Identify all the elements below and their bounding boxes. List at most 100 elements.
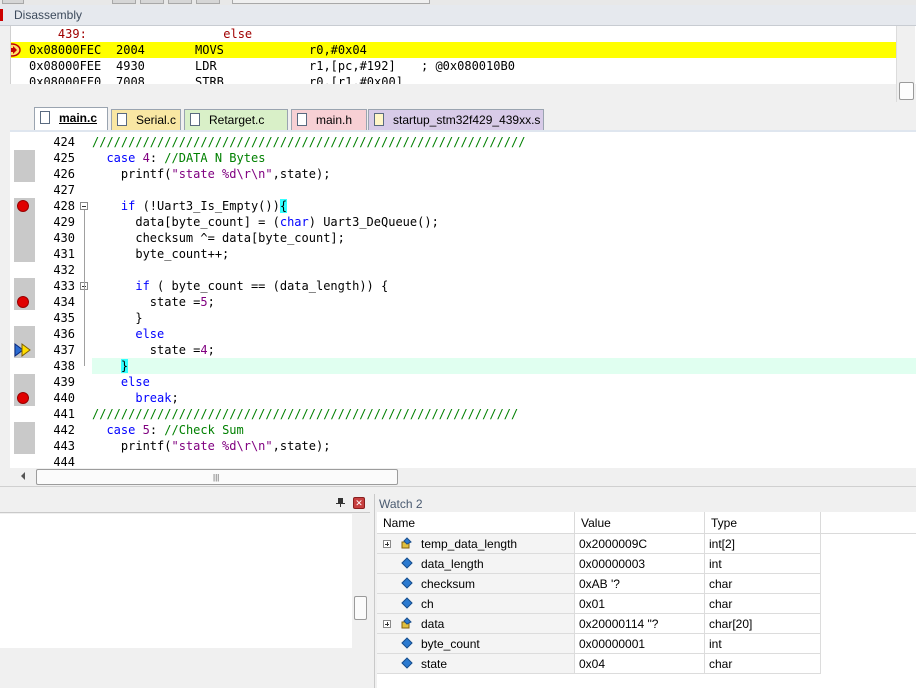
code-line[interactable]: 442 case 5: //Check Sum — [10, 422, 916, 438]
line-number: 438 — [53, 359, 75, 373]
pin-icon[interactable] — [336, 498, 345, 507]
disassembly-view[interactable]: 439: else 0x08000FEC 2004 MOVS r0,#0x04 0x080… — [10, 26, 916, 84]
watch-name-cell[interactable]: data — [377, 614, 575, 634]
code-line[interactable]: 425 case 4: //DATA N Bytes — [10, 150, 916, 166]
scroll-thumb[interactable] — [354, 596, 367, 620]
watch-row[interactable]: checksum 0xAB '? char — [377, 574, 821, 594]
watch-name-cell[interactable]: state — [377, 654, 575, 674]
watch-variable-name: checksum — [421, 577, 476, 591]
tab-main-h[interactable]: main.h — [291, 109, 367, 130]
code-line[interactable]: 434 state =5; — [10, 294, 916, 310]
code-text[interactable]: printf("state %d\r\n",state); — [92, 166, 331, 182]
code-line[interactable]: 428 if (!Uart3_Is_Empty()){ — [10, 198, 916, 214]
code-text[interactable]: ////////////////////////////////////////… — [92, 134, 525, 150]
code-line[interactable]: 437 state =4; — [10, 342, 916, 358]
code-line[interactable]: 439 else — [10, 374, 916, 390]
code-line[interactable]: 432 — [10, 262, 916, 278]
close-icon[interactable]: ✕ — [353, 497, 365, 509]
toolbar-button[interactable] — [2, 0, 24, 4]
code-line[interactable]: 440 break; — [10, 390, 916, 406]
code-line[interactable]: 441 /////////////////////////////////////… — [10, 406, 916, 422]
expand-icon[interactable] — [383, 540, 391, 548]
watch-row[interactable]: data 0x20000114 "? char[20] — [377, 614, 821, 634]
code-text[interactable]: data[byte_count] = (char) Uart3_DeQueue(… — [92, 214, 438, 230]
code-line[interactable]: 435 } — [10, 310, 916, 326]
code-line[interactable]: 436 else — [10, 326, 916, 342]
fold-toggle-icon[interactable] — [80, 202, 88, 210]
grip-icon: ||| — [213, 473, 220, 482]
output-hscroll[interactable] — [0, 648, 352, 664]
watch-row[interactable]: ch 0x01 char — [377, 594, 821, 614]
code-line[interactable]: 426 printf("state %d\r\n",state); — [10, 166, 916, 182]
scroll-left-icon[interactable] — [16, 469, 30, 483]
watch-row[interactable]: state 0x04 char — [377, 654, 821, 674]
toolbar-field[interactable] — [232, 0, 430, 4]
code-line[interactable]: 427 — [10, 182, 916, 198]
disassembly-line[interactable]: 0x08000FEC 2004 MOVS r0,#0x04 — [11, 42, 907, 58]
expand-icon[interactable] — [383, 620, 391, 628]
code-text[interactable]: } — [92, 358, 129, 374]
toolbar-button[interactable] — [196, 0, 220, 4]
output-vscroll[interactable] — [352, 514, 368, 648]
watch-name-cell[interactable]: data_length — [377, 554, 575, 574]
watch-value-cell[interactable]: 0x01 — [575, 594, 705, 614]
disassembly-line[interactable]: 0x08000FEE 4930 LDR r1,[pc,#192] ; @0x080010… — [11, 58, 907, 74]
code-line[interactable]: 430 checksum ^= data[byte_count]; — [10, 230, 916, 246]
code-line[interactable]: 443 printf("state %d\r\n",state); — [10, 438, 916, 454]
column-header-type[interactable]: Type — [705, 512, 821, 534]
code-text[interactable]: else — [92, 374, 150, 390]
toolbar-button[interactable] — [140, 0, 164, 4]
watch-name-cell[interactable]: temp_data_length — [377, 534, 575, 554]
code-line[interactable]: 429 data[byte_count] = (char) Uart3_DeQu… — [10, 214, 916, 230]
watch-value-cell[interactable]: 0x00000001 — [575, 634, 705, 654]
output-content[interactable] — [0, 514, 352, 648]
toolbar-button[interactable] — [112, 0, 136, 4]
tab-serial-c[interactable]: Serial.c — [111, 109, 181, 130]
column-header-name[interactable]: Name — [377, 512, 575, 534]
code-line[interactable]: 433 if ( byte_count == (data_length)) { — [10, 278, 916, 294]
code-text[interactable]: else — [92, 326, 164, 342]
watch-row[interactable]: temp_data_length 0x2000009C int[2] — [377, 534, 821, 554]
disassembly-line[interactable]: 439: else — [11, 26, 907, 42]
code-text[interactable]: printf("state %d\r\n",state); — [92, 438, 331, 454]
watch-value-cell[interactable]: 0x00000003 — [575, 554, 705, 574]
code-line[interactable]: 431 byte_count++; — [10, 246, 916, 262]
toolbar-button[interactable] — [168, 0, 192, 4]
watch-name-cell[interactable]: checksum — [377, 574, 575, 594]
code-text[interactable]: state =4; — [92, 342, 215, 358]
disassembly-line[interactable]: 0x08000FF0 7008 STRB r0,[r1,#0x00] — [11, 74, 907, 84]
scroll-thumb[interactable] — [899, 82, 914, 100]
watch-value-cell[interactable]: 0x2000009C — [575, 534, 705, 554]
code-text[interactable]: state =5; — [92, 294, 215, 310]
code-line[interactable]: 424 /////////////////////////////////////… — [10, 134, 916, 150]
watch-row[interactable]: byte_count 0x00000001 int — [377, 634, 821, 654]
code-text[interactable]: break; — [92, 390, 178, 406]
code-editor[interactable]: 424 /////////////////////////////////////… — [10, 132, 916, 468]
disassembly-hscroll[interactable] — [10, 84, 898, 100]
code-text[interactable]: ////////////////////////////////////////… — [92, 406, 518, 422]
watch-row[interactable]: data_length 0x00000003 int — [377, 554, 821, 574]
scroll-thumb[interactable]: ||| — [36, 469, 398, 485]
watch-value-cell[interactable]: 0xAB '? — [575, 574, 705, 594]
watch-name-cell[interactable]: ch — [377, 594, 575, 614]
watch-value-cell[interactable]: 0x20000114 "? — [575, 614, 705, 634]
watch-name-cell[interactable]: byte_count — [377, 634, 575, 654]
code-text[interactable]: case 4: //DATA N Bytes — [92, 150, 265, 166]
code-text[interactable]: byte_count++; — [92, 246, 229, 262]
watch-variable-name: byte_count — [421, 637, 480, 651]
code-text[interactable]: case 5: //Check Sum — [92, 422, 243, 438]
code-text[interactable]: } — [92, 310, 142, 326]
tab-main-c[interactable]: main.c — [34, 107, 108, 130]
code-line[interactable]: 444 — [10, 454, 916, 468]
code-line[interactable]: 438 } — [10, 358, 916, 374]
code-text[interactable]: if ( byte_count == (data_length)) { — [92, 278, 388, 294]
column-header-value[interactable]: Value — [575, 512, 705, 534]
code-text[interactable]: checksum ^= data[byte_count]; — [92, 230, 345, 246]
editor-hscroll[interactable]: ||| — [14, 468, 916, 485]
tab-startup-stm32f429-439xx-s[interactable]: startup_stm32f429_439xx.s — [368, 109, 544, 130]
watch-grid[interactable]: Name Value Type temp_data_length 0x200000… — [377, 512, 916, 688]
disassembly-vscroll[interactable] — [896, 26, 915, 102]
watch-value-cell[interactable]: 0x04 — [575, 654, 705, 674]
code-text[interactable]: if (!Uart3_Is_Empty()){ — [92, 198, 288, 214]
tab-retarget-c[interactable]: Retarget.c — [184, 109, 288, 130]
